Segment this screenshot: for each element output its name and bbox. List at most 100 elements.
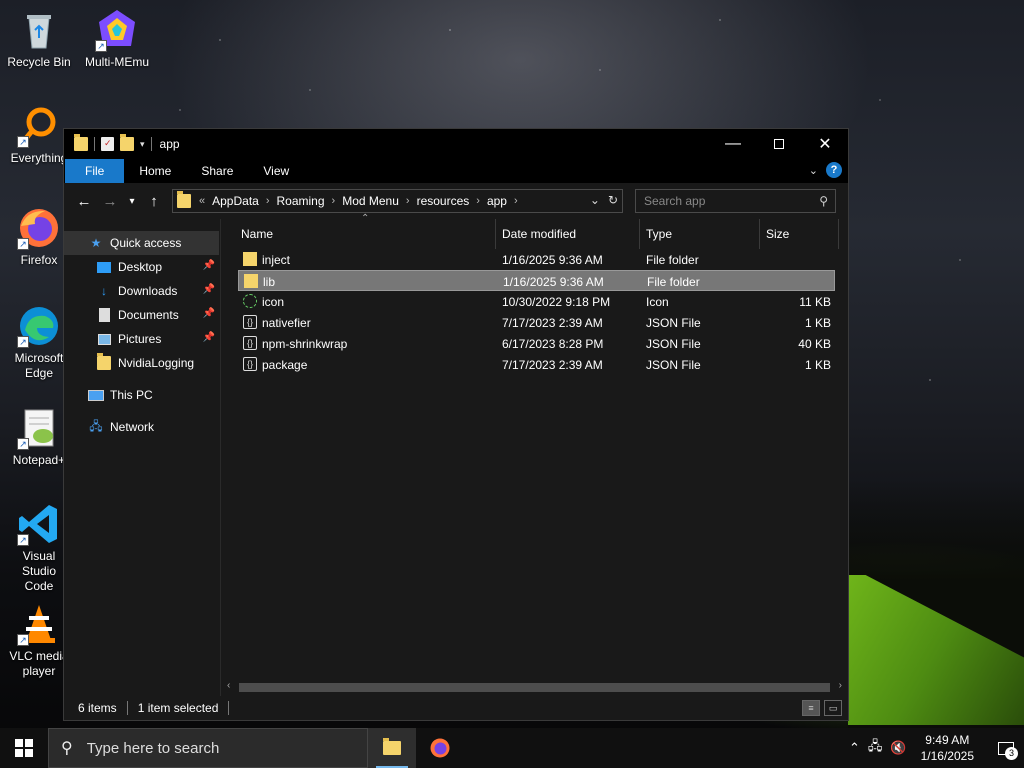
- ico-file-icon: [243, 294, 257, 308]
- forward-arrow-icon: →: [102, 192, 118, 210]
- desktop-icon-memu[interactable]: ↗ Multi-MEmu: [79, 8, 155, 70]
- breadcrumb-appdata[interactable]: AppData: [212, 194, 259, 208]
- shortcut-arrow-icon: ↗: [17, 136, 29, 148]
- breadcrumb-separator-icon[interactable]: ›: [406, 195, 410, 207]
- taskbar-search-placeholder: Type here to search: [86, 739, 220, 757]
- tab-home[interactable]: Home: [124, 159, 186, 183]
- close-icon: ✕: [818, 136, 832, 153]
- help-icon[interactable]: ?: [826, 162, 842, 178]
- file-type: JSON File: [646, 358, 701, 372]
- close-button[interactable]: ✕: [802, 129, 848, 159]
- recent-locations-button[interactable]: ▾: [122, 196, 142, 207]
- desktop-icon-label: VLC media player: [9, 649, 69, 678]
- vlc-icon: ↗: [17, 602, 61, 646]
- status-bar: 6 items 1 item selected ≡ ▭: [64, 696, 848, 720]
- nav-item-pictures[interactable]: Pictures 📌: [64, 327, 221, 351]
- column-divider[interactable]: [759, 219, 760, 249]
- breadcrumb-separator-icon[interactable]: ›: [266, 195, 270, 207]
- action-center-button[interactable]: 3: [988, 728, 1024, 768]
- large-icons-view-button[interactable]: ▭: [824, 700, 842, 716]
- file-row-lib[interactable]: lib 1/16/2025 9:36 AM File folder: [238, 270, 835, 291]
- json-file-icon: {}: [243, 336, 257, 350]
- tab-file[interactable]: File: [65, 159, 125, 183]
- breadcrumb-resources[interactable]: resources: [417, 194, 470, 208]
- ribbon: File Home Share View ⌄ ?: [64, 159, 848, 183]
- file-row-inject[interactable]: inject 1/16/2025 9:36 AM File folder: [238, 249, 835, 270]
- nav-item-downloads[interactable]: ↓ Downloads 📌: [64, 279, 221, 303]
- nav-item-documents[interactable]: Documents 📌: [64, 303, 221, 327]
- scrollbar-thumb[interactable]: [239, 683, 830, 692]
- file-row-nativefier[interactable]: {} nativefier 7/17/2023 2:39 AM JSON Fil…: [238, 312, 835, 333]
- nav-item-nvidialogging[interactable]: NvidiaLogging: [64, 351, 221, 375]
- up-button[interactable]: ↑: [142, 193, 166, 210]
- file-row-icon[interactable]: icon 10/30/2022 9:18 PM Icon 11 KB: [238, 291, 835, 312]
- file-size: 1 KB: [804, 316, 831, 330]
- scroll-left-icon[interactable]: ‹: [227, 680, 230, 691]
- breadcrumb-separator-icon[interactable]: ›: [332, 195, 336, 207]
- breadcrumb-app[interactable]: app: [487, 194, 507, 208]
- nav-network[interactable]: 🖧 Network: [64, 415, 221, 439]
- tab-share[interactable]: Share: [186, 159, 248, 183]
- column-date-modified[interactable]: Date modified: [502, 227, 576, 241]
- tab-view[interactable]: View: [248, 159, 304, 183]
- json-file-icon: {}: [243, 315, 257, 329]
- clock[interactable]: 9:49 AM 1/16/2025: [921, 732, 974, 764]
- column-divider[interactable]: [838, 219, 839, 249]
- file-name: lib: [263, 275, 276, 289]
- address-history-chevron-icon[interactable]: ⌄: [590, 193, 600, 207]
- taskbar-file-explorer[interactable]: [368, 728, 416, 768]
- taskbar-search-box[interactable]: ⚲ Type here to search: [48, 728, 368, 768]
- back-button[interactable]: ←: [72, 193, 96, 210]
- address-bar[interactable]: « AppData › Roaming › Mod Menu › resourc…: [172, 189, 623, 213]
- folder-icon: [243, 252, 257, 266]
- breadcrumb-roaming[interactable]: Roaming: [277, 194, 325, 208]
- breadcrumb-mod-menu[interactable]: Mod Menu: [342, 194, 399, 208]
- nav-label: Quick access: [110, 236, 182, 250]
- network-status-icon[interactable]: 🖧: [868, 737, 883, 759]
- nav-this-pc[interactable]: This PC: [64, 383, 221, 407]
- show-hidden-icons-chevron-icon[interactable]: ⌃: [849, 740, 860, 756]
- file-date: 7/17/2023 2:39 AM: [502, 358, 603, 372]
- column-name[interactable]: Name: [241, 227, 273, 241]
- title-bar[interactable]: ✓ ▾ app — ✕: [64, 129, 848, 159]
- file-date: 1/16/2025 9:36 AM: [503, 275, 604, 289]
- address-row: ← → ▾ ↑ « AppData › Roaming › Mod Menu ›…: [64, 183, 848, 219]
- customize-qa-chevron-icon[interactable]: ▾: [140, 139, 145, 150]
- minimize-button[interactable]: —: [710, 129, 756, 159]
- scroll-right-icon[interactable]: ›: [839, 680, 842, 691]
- forward-button[interactable]: →: [98, 193, 122, 210]
- file-explorer-icon: [383, 738, 401, 755]
- maximize-button[interactable]: [756, 129, 802, 159]
- refresh-icon[interactable]: ↻: [608, 193, 618, 207]
- start-button[interactable]: [0, 728, 48, 768]
- breadcrumb-overflow[interactable]: «: [199, 195, 205, 207]
- back-arrow-icon: ←: [76, 192, 92, 210]
- horizontal-scrollbar[interactable]: ‹ ›: [221, 679, 848, 696]
- column-divider[interactable]: [639, 219, 640, 249]
- properties-icon[interactable]: ✓: [101, 137, 114, 151]
- shortcut-arrow-icon: ↗: [17, 438, 29, 450]
- column-type[interactable]: Type: [646, 227, 672, 241]
- system-tray: ⌃ 🖧 🔇 9:49 AM 1/16/2025 3: [845, 728, 1024, 768]
- nav-item-desktop[interactable]: Desktop 📌: [64, 255, 221, 279]
- expand-ribbon-chevron-icon[interactable]: ⌄: [809, 164, 818, 177]
- nav-quick-access[interactable]: ★ Quick access: [64, 231, 219, 255]
- column-divider[interactable]: [495, 219, 496, 249]
- desktop-icon-recycle-bin[interactable]: Recycle Bin: [1, 8, 77, 70]
- volume-muted-icon[interactable]: 🔇: [890, 740, 906, 756]
- column-size[interactable]: Size: [766, 227, 789, 241]
- search-box[interactable]: Search app ⚲: [635, 189, 836, 213]
- file-row-package[interactable]: {} package 7/17/2023 2:39 AM JSON File 1…: [238, 354, 835, 375]
- breadcrumb-separator-icon[interactable]: ›: [476, 195, 480, 207]
- file-row-npm-shrinkwrap[interactable]: {} npm-shrinkwrap 6/17/2023 8:28 PM JSON…: [238, 333, 835, 354]
- folder-icon: [96, 353, 112, 370]
- windows-logo-icon: [15, 739, 33, 757]
- new-folder-icon[interactable]: [120, 134, 134, 151]
- file-list: ⌃ Name Date modified Type Size inject 1/…: [221, 213, 848, 696]
- file-type: File folder: [647, 275, 700, 289]
- breadcrumb-separator-icon[interactable]: ›: [514, 195, 518, 207]
- details-view-button[interactable]: ≡: [802, 700, 820, 716]
- taskbar-firefox[interactable]: [416, 728, 464, 768]
- search-icon[interactable]: ⚲: [819, 194, 828, 208]
- file-date: 7/17/2023 2:39 AM: [502, 316, 603, 330]
